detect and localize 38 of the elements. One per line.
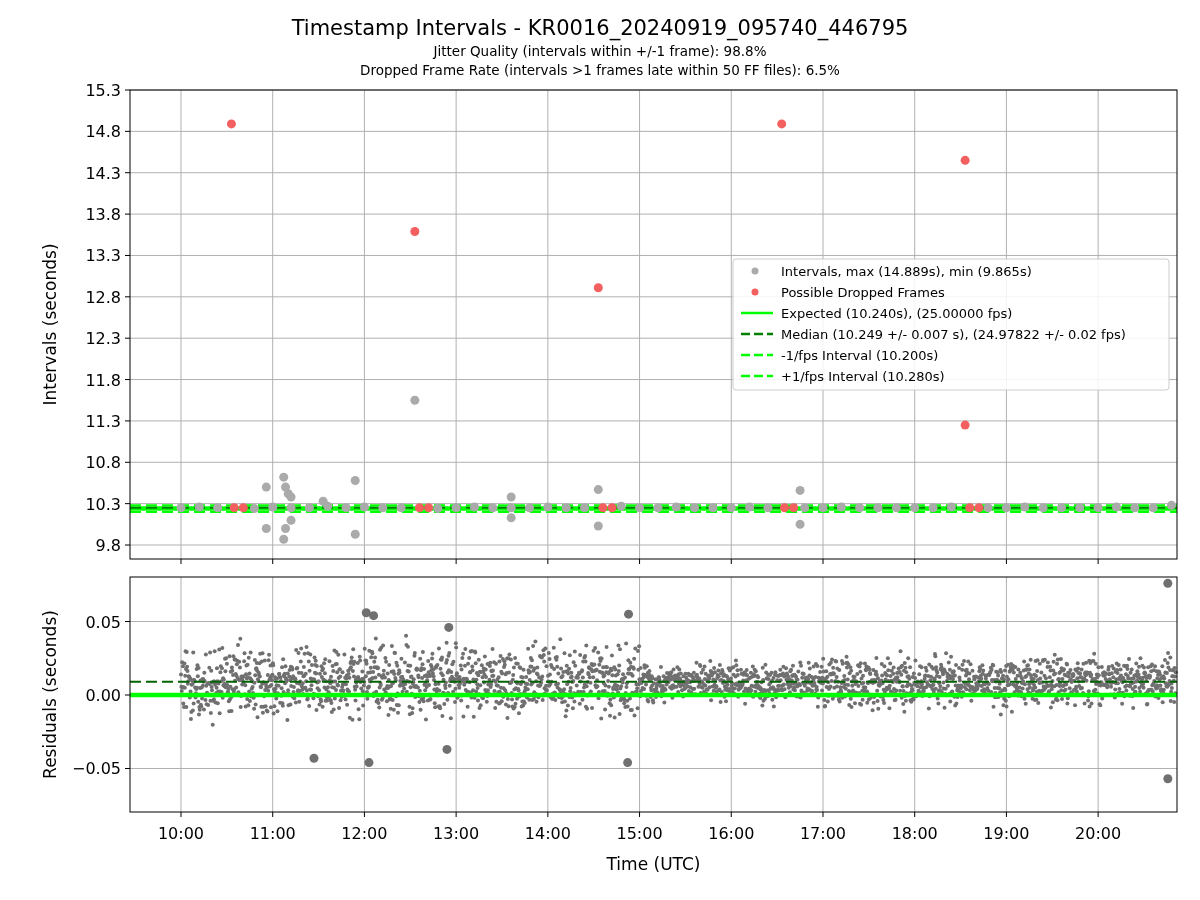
x-tick-label: 19:00 — [983, 824, 1030, 843]
chart-subtitle: Jitter Quality (intervals within +/-1 frame): 98.8% — [433, 42, 767, 61]
x-tick-label: 10:00 — [157, 824, 205, 843]
x-tick-label: 17:00 — [799, 824, 847, 843]
y-tick-label: 12.8 — [85, 287, 121, 307]
legend-label: Median (10.249 +/- 0.007 s), (24.97822 +/- 0.02 fps) — [781, 326, 1126, 342]
legend-label: +1/fps Interval (10.280s) — [781, 368, 945, 384]
y-tick-label: 0.05 — [85, 612, 121, 632]
legend-label: Possible Dropped Frames — [781, 284, 945, 300]
y-tick-label: 15.3 — [85, 81, 121, 100]
y-tick-label: 9.8 — [95, 536, 121, 555]
x-axis-label: Time (UTC) — [606, 854, 701, 874]
chart-title: Timestamp Intervals - KR0016_20240919_095740_446795 — [291, 15, 909, 42]
x-tick-label: 11:00 — [249, 824, 296, 843]
legend-label: -1/fps Interval (10.200s) — [781, 347, 939, 363]
legend-label: Expected (10.240s), (25.00000 fps) — [781, 305, 1013, 321]
y-tick-label: −0.05 — [71, 759, 121, 779]
y-tick-label: 10.3 — [85, 494, 121, 514]
y-axis-label: Residuals (seconds) — [40, 610, 60, 779]
x-tick-label: 13:00 — [433, 824, 480, 843]
y-tick-label: 0.00 — [85, 686, 121, 705]
y-tick-label: 12.3 — [85, 329, 121, 349]
x-tick-label: 16:00 — [708, 824, 755, 843]
y-tick-label: 10.8 — [85, 453, 121, 473]
y-tick-label: 14.8 — [85, 122, 121, 142]
y-tick-label: 11.3 — [85, 411, 121, 431]
x-tick-label: 20:00 — [1075, 824, 1122, 843]
x-tick-label: 14:00 — [524, 824, 571, 843]
y-tick-label: 11.8 — [85, 370, 121, 390]
y-tick-label: 13.8 — [85, 205, 121, 225]
legend-label: Intervals, max (14.889s), min (9.865s) — [781, 263, 1032, 279]
y-tick-label: 14.3 — [85, 163, 121, 183]
y-axis-label: Intervals (seconds) — [40, 243, 60, 406]
x-tick-label: 18:00 — [891, 824, 938, 843]
x-tick-label: 15:00 — [616, 824, 663, 843]
chart-subtitle: Dropped Frame Rate (intervals >1 frames late within 50 FF files): 6.5% — [360, 61, 840, 80]
y-tick-label: 13.3 — [85, 246, 121, 266]
x-tick-label: 12:00 — [341, 824, 388, 843]
